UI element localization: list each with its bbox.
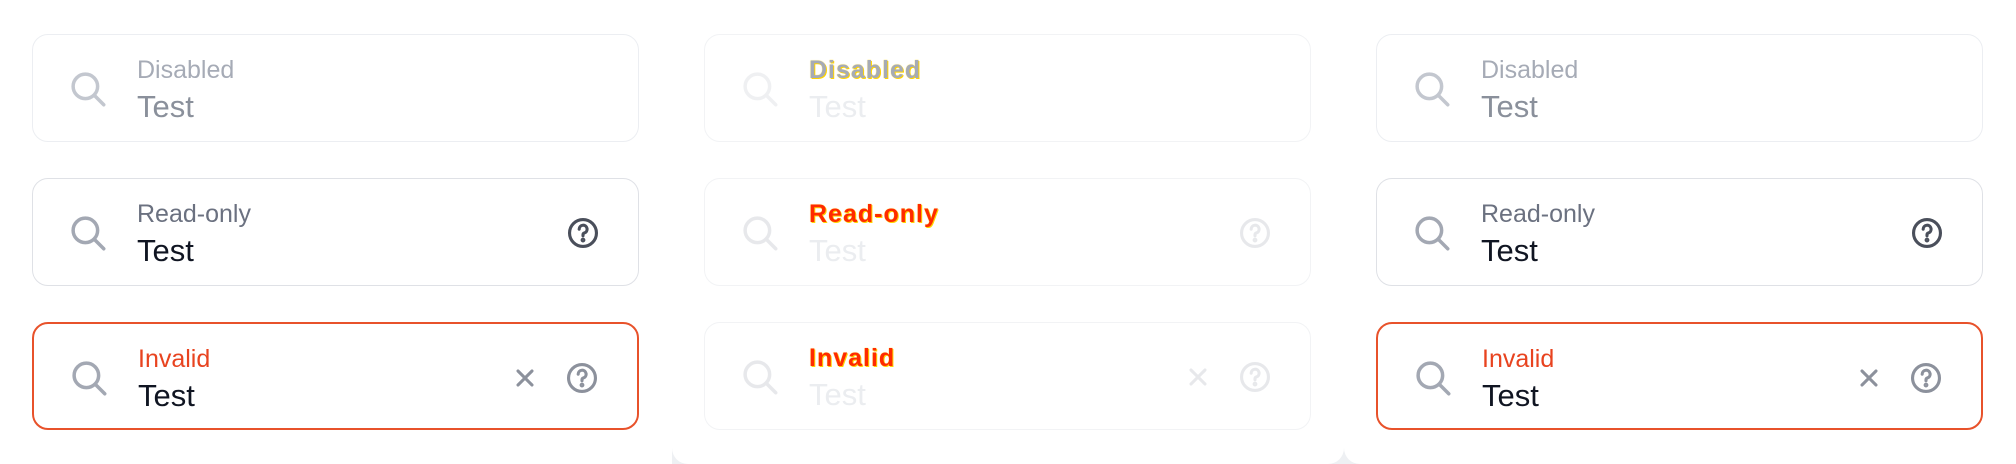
panel-1: Disabled Test Read-only Test Invalid Tes… bbox=[0, 0, 672, 464]
search-icon bbox=[72, 361, 107, 396]
help-icon[interactable] bbox=[565, 361, 599, 395]
search-icon bbox=[743, 72, 778, 107]
help-icon[interactable] bbox=[566, 216, 600, 250]
field-label: Invalid bbox=[138, 345, 211, 373]
search-field-readonly[interactable]: Read-only Test bbox=[32, 178, 639, 286]
help-icon[interactable] bbox=[1238, 216, 1272, 250]
search-icon bbox=[1415, 216, 1450, 251]
field-label: Invalid bbox=[1482, 345, 1555, 373]
search-icon bbox=[1415, 72, 1450, 107]
field-value[interactable]: Test bbox=[809, 233, 866, 269]
clear-icon[interactable] bbox=[511, 364, 539, 392]
search-field-invalid[interactable]: Invalid Test bbox=[32, 322, 639, 430]
field-label: Invalid bbox=[809, 344, 896, 372]
search-field-disabled: Disabled Test bbox=[1376, 34, 1983, 142]
panel-2: Disabled Test Read-only Test Invalid Tes… bbox=[672, 0, 1344, 464]
field-value[interactable]: Test bbox=[137, 233, 194, 269]
field-label: Read-only bbox=[809, 200, 939, 228]
field-label: Read-only bbox=[1481, 200, 1595, 228]
search-icon bbox=[743, 216, 778, 251]
clear-icon[interactable] bbox=[1184, 363, 1212, 391]
help-icon[interactable] bbox=[1909, 361, 1943, 395]
field-value[interactable]: Test bbox=[1481, 233, 1538, 269]
search-field-readonly[interactable]: Read-only Test bbox=[1376, 178, 1983, 286]
clear-icon[interactable] bbox=[1855, 364, 1883, 392]
field-value: Test bbox=[137, 89, 194, 124]
field-value: Test bbox=[1481, 89, 1538, 124]
search-icon bbox=[743, 360, 778, 395]
search-field-readonly[interactable]: Read-only Test bbox=[704, 178, 1311, 286]
panel-3: Disabled Test Read-only Test Invalid Tes… bbox=[1344, 0, 2016, 464]
search-field-invalid[interactable]: Invalid Test bbox=[704, 322, 1311, 430]
search-field-disabled: Disabled Test bbox=[704, 34, 1311, 142]
search-icon bbox=[71, 72, 106, 107]
search-icon bbox=[71, 216, 106, 251]
search-field-disabled: Disabled Test bbox=[32, 34, 639, 142]
help-icon[interactable] bbox=[1238, 360, 1272, 394]
field-label: Disabled bbox=[137, 56, 235, 84]
help-icon[interactable] bbox=[1910, 216, 1944, 250]
search-field-invalid[interactable]: Invalid Test bbox=[1376, 322, 1983, 430]
field-value: Test bbox=[809, 89, 866, 124]
search-icon bbox=[1416, 361, 1451, 396]
field-value[interactable]: Test bbox=[1482, 378, 1539, 414]
field-label: Disabled bbox=[809, 56, 922, 84]
field-value[interactable]: Test bbox=[138, 378, 195, 414]
field-label: Disabled bbox=[1481, 56, 1579, 84]
field-value[interactable]: Test bbox=[809, 377, 866, 413]
field-label: Read-only bbox=[137, 200, 251, 228]
